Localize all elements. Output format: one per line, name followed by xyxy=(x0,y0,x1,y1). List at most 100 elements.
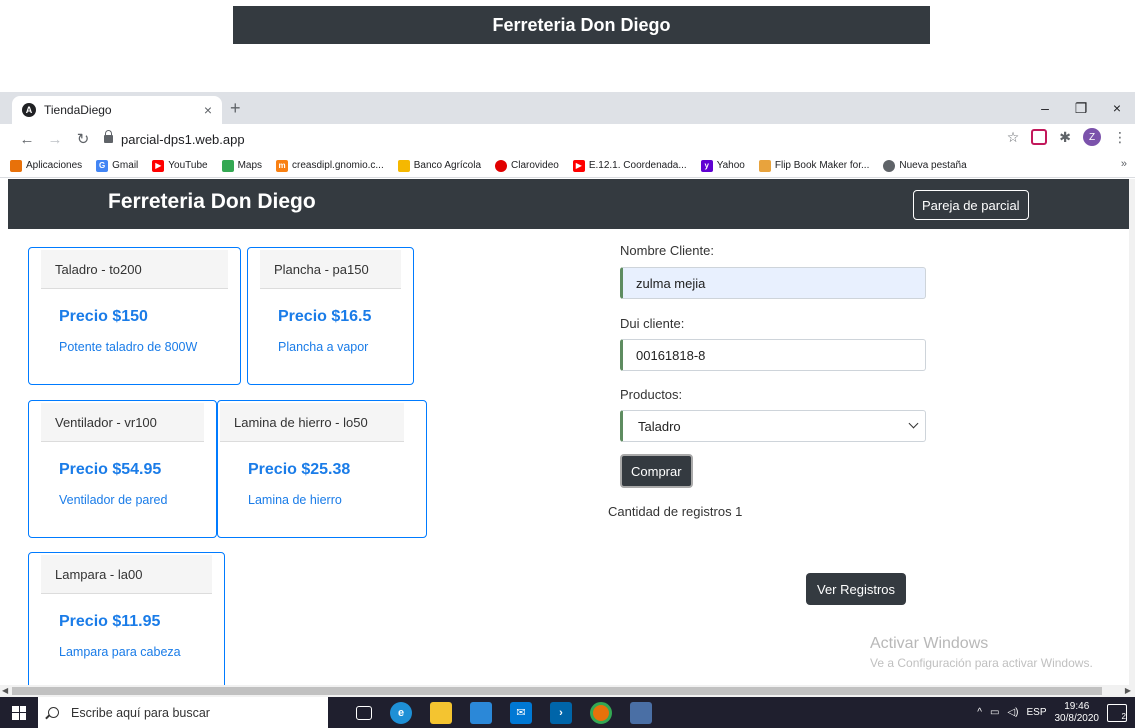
dui-cliente-input[interactable] xyxy=(620,339,926,371)
bookmarks-more-icon[interactable]: » xyxy=(1121,158,1127,170)
horizontal-scrollbar[interactable]: ◀ ▶ xyxy=(0,685,1135,697)
forward-arrow-icon[interactable]: → xyxy=(44,131,66,148)
bookmark-item[interactable]: ▶ YouTube xyxy=(152,159,208,172)
bookmark-item[interactable]: Aplicaciones xyxy=(10,159,82,172)
address-bar: ← → ↻ parcial-dps1.web.app ☆ ✱ Z ⋮ xyxy=(0,124,1135,154)
card-header: Plancha - pa150 xyxy=(260,250,401,289)
angular-favicon-icon: A xyxy=(22,103,36,117)
card-header: Lampara - la00 xyxy=(41,555,212,594)
card-price: Precio $16.5 xyxy=(278,308,372,325)
moodle-icon: m xyxy=(276,159,289,172)
star-icon[interactable]: ☆ xyxy=(1007,129,1020,146)
bookmark-item[interactable]: m creasdipl.gnomio.c... xyxy=(276,159,384,172)
language-indicator[interactable]: ESP xyxy=(1026,707,1046,718)
store-icon[interactable] xyxy=(470,701,492,724)
chrome-taskbar-icon[interactable] xyxy=(590,701,612,724)
bookmark-item[interactable]: G Gmail xyxy=(96,159,138,172)
card-price: Precio $54.95 xyxy=(59,461,162,478)
bookmark-item[interactable]: Banco Agrícola xyxy=(397,159,481,172)
chevron-down-icon xyxy=(908,418,919,429)
tab-title: TiendaDiego xyxy=(44,103,112,117)
claro-icon xyxy=(495,159,508,172)
bookmark-item[interactable]: Nueva pestaña xyxy=(883,159,967,172)
bookmark-item[interactable]: ▶ E.12.1. Coordenada... xyxy=(572,159,687,172)
clock-time: 19:46 xyxy=(1064,700,1090,712)
bookmark-item[interactable]: Flip Book Maker for... xyxy=(758,159,869,172)
tray-chevron-icon[interactable]: ^ xyxy=(977,707,982,718)
product-card: Lamina de hierro - lo50 Precio $25.38 La… xyxy=(217,400,427,538)
window-close-icon[interactable]: × xyxy=(1099,92,1135,124)
windows-start-icon[interactable] xyxy=(0,697,38,728)
lock-icon xyxy=(104,130,113,143)
search-icon xyxy=(48,707,59,718)
top-banner-title: Ferreteria Don Diego xyxy=(492,14,671,35)
new-tab-icon[interactable]: + xyxy=(230,98,241,119)
minimize-icon[interactable]: – xyxy=(1027,92,1063,124)
tab-close-icon[interactable]: × xyxy=(204,102,212,118)
product-card: Lampara - la00 Precio $11.95 Lampara par… xyxy=(28,552,225,685)
card-price: Precio $11.95 xyxy=(59,613,161,630)
edge-icon[interactable]: e xyxy=(390,701,412,724)
vertical-scrollbar[interactable] xyxy=(1129,179,1135,685)
browser-tab[interactable]: A TiendaDiego × xyxy=(12,96,222,124)
card-price: Precio $25.38 xyxy=(248,461,351,478)
youtube-icon: ▶ xyxy=(152,159,165,172)
nombre-cliente-label: Nombre Cliente: xyxy=(620,243,714,258)
puzzle-extensions-icon[interactable]: ✱ xyxy=(1059,129,1071,146)
scroll-left-icon[interactable]: ◀ xyxy=(2,685,8,697)
bookmark-item[interactable]: Maps xyxy=(221,159,262,172)
url-field[interactable]: parcial-dps1.web.app xyxy=(104,130,245,147)
yahoo-icon: y xyxy=(700,159,713,172)
activar-windows-watermark: Activar Windows xyxy=(870,635,989,652)
card-description: Lamina de hierro xyxy=(248,493,342,507)
browser-tabstrip: A TiendaDiego × + – ❐ × xyxy=(0,92,1135,124)
reload-icon[interactable]: ↻ xyxy=(72,130,94,148)
product-card: Taladro - to200 Precio $150 Potente tala… xyxy=(28,247,241,385)
productos-select[interactable]: Taladro xyxy=(620,410,926,442)
card-header: Ventilador - vr100 xyxy=(41,403,204,442)
windows-taskbar: Escribe aquí para buscar e ✉ › ^ ▭ ◁) ES… xyxy=(0,697,1135,728)
horizontal-scroll-thumb[interactable] xyxy=(12,687,1102,695)
comprar-button[interactable]: Comprar xyxy=(620,454,693,488)
navbar-brand[interactable]: Ferreteria Don Diego xyxy=(108,190,316,214)
bookmark-item[interactable]: y Yahoo xyxy=(700,159,745,172)
activar-windows-subtext: Ve a Configuración para activar Windows. xyxy=(870,656,1093,670)
network-icon[interactable]: ▭ xyxy=(990,707,999,718)
url-text: parcial-dps1.web.app xyxy=(121,131,245,147)
extension-icon[interactable] xyxy=(1031,129,1048,145)
profile-avatar[interactable]: Z xyxy=(1083,128,1101,146)
taskbar-search[interactable]: Escribe aquí para buscar xyxy=(38,697,328,728)
bookmark-item[interactable]: Clarovideo xyxy=(495,159,559,172)
window-controls: – ❐ × xyxy=(1027,92,1135,124)
productos-selected-value: Taladro xyxy=(638,418,681,434)
product-card: Plancha - pa150 Precio $16.5 Plancha a v… xyxy=(247,247,414,385)
dui-cliente-label: Dui cliente: xyxy=(620,316,685,331)
taskbar-clock[interactable]: 19:46 30/8/2020 xyxy=(1055,701,1100,725)
ver-registros-button[interactable]: Ver Registros xyxy=(806,573,907,605)
restore-icon[interactable]: ❐ xyxy=(1063,92,1099,124)
top-banner: Ferreteria Don Diego xyxy=(233,6,930,44)
task-view-icon[interactable] xyxy=(356,705,372,720)
nombre-cliente-input[interactable] xyxy=(620,267,926,299)
system-tray: ^ ▭ ◁) ESP 19:46 30/8/2020 2 xyxy=(977,697,1135,728)
youtube-icon: ▶ xyxy=(572,159,585,172)
scroll-right-icon[interactable]: ▶ xyxy=(1125,685,1131,697)
card-header: Lamina de hierro - lo50 xyxy=(220,403,404,442)
card-header: Taladro - to200 xyxy=(41,250,228,289)
address-bar-actions: ☆ ✱ Z ⋮ xyxy=(1007,128,1127,146)
card-description: Ventilador de pared xyxy=(59,493,168,507)
notifications-icon[interactable]: 2 xyxy=(1107,703,1127,722)
card-description: Potente taladro de 800W xyxy=(59,340,198,354)
back-arrow-icon[interactable]: ← xyxy=(16,131,38,148)
photos-icon[interactable] xyxy=(630,701,652,724)
taskbar-search-placeholder: Escribe aquí para buscar xyxy=(71,705,210,720)
pareja-de-parcial-button[interactable]: Pareja de parcial xyxy=(913,190,1029,220)
chrome-icon xyxy=(883,159,896,172)
file-explorer-icon[interactable] xyxy=(430,701,452,724)
mail-icon[interactable]: ✉ xyxy=(510,701,532,724)
volume-icon[interactable]: ◁) xyxy=(1007,707,1018,718)
vscode-icon[interactable]: › xyxy=(550,701,572,724)
menu-kebab-icon[interactable]: ⋮ xyxy=(1113,129,1127,146)
flipbook-icon xyxy=(758,159,771,172)
clock-date: 30/8/2020 xyxy=(1054,712,1100,724)
